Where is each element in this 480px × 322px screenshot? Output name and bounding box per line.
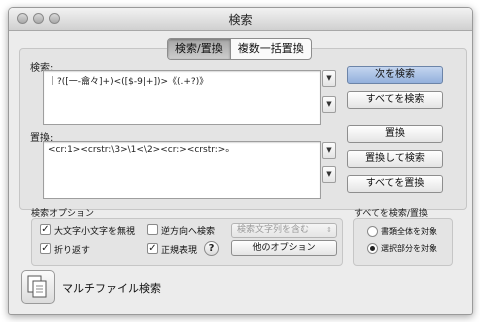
chevron-down-icon: ▼ bbox=[326, 74, 332, 82]
wrap-around-label[interactable]: 折り返す bbox=[54, 243, 90, 256]
search-recent-dropdown[interactable]: ▼ bbox=[322, 96, 336, 113]
ignore-case-label[interactable]: 大文字小文字を無視 bbox=[54, 224, 135, 237]
replace-field[interactable]: <cr:1><crstr:\3>\1<\2><cr:><crstr:>ₒ bbox=[43, 141, 321, 199]
multi-file-search-button[interactable] bbox=[21, 270, 55, 304]
title-bar[interactable]: 検索 bbox=[9, 8, 472, 31]
include-search-string-value: 検索文字列を含む bbox=[237, 225, 310, 235]
search-history-dropdown[interactable]: ▼ bbox=[322, 70, 336, 87]
replace-history-dropdown[interactable]: ▼ bbox=[322, 142, 336, 159]
selection-only-radio[interactable] bbox=[367, 243, 378, 254]
checkmark-icon: ✓ bbox=[41, 224, 50, 235]
whole-document-radio[interactable] bbox=[367, 226, 378, 237]
tab-multi-replace[interactable]: 複数一括置換 bbox=[229, 39, 311, 59]
whole-document-label[interactable]: 書類全体を対象 bbox=[381, 226, 437, 237]
tab-find-replace[interactable]: 検索/置換 bbox=[168, 39, 230, 59]
chevron-down-icon: ▼ bbox=[326, 170, 332, 178]
replace-and-find-button[interactable]: 置換して検索 bbox=[347, 150, 443, 168]
ignore-case-checkbox[interactable]: ✓ bbox=[40, 224, 51, 235]
multi-file-search-label[interactable]: マルチファイル検索 bbox=[62, 280, 161, 296]
replace-button[interactable]: 置換 bbox=[347, 125, 443, 143]
find-window: 検索 検索/置換 複数一括置換 検索: ｜?([一-龠々]+)<([$-9|+]… bbox=[8, 7, 473, 315]
chevron-down-icon: ▼ bbox=[326, 100, 332, 108]
window-title: 検索 bbox=[228, 13, 253, 27]
help-button[interactable]: ? bbox=[204, 241, 219, 256]
replace-all-button[interactable]: すべてを置換 bbox=[347, 175, 443, 193]
chevron-down-icon: ▼ bbox=[326, 146, 332, 154]
regex-checkbox[interactable]: ✓ bbox=[147, 243, 158, 254]
backwards-label[interactable]: 逆方向へ検索 bbox=[161, 224, 215, 237]
checkmark-icon: ✓ bbox=[41, 243, 50, 254]
other-options-button[interactable]: 他のオプション bbox=[231, 240, 337, 256]
popup-arrows-icon: ⇕ bbox=[326, 226, 332, 234]
backwards-checkbox[interactable] bbox=[147, 224, 158, 235]
search-field[interactable]: ｜?([一-龠々]+)<([$-9|+])>《(.+?)》 bbox=[43, 70, 321, 125]
tab-bar: 検索/置換 複数一括置換 bbox=[167, 38, 312, 60]
checkmark-icon: ✓ bbox=[148, 243, 157, 254]
include-search-string-popup[interactable]: 検索文字列を含む ⇕ bbox=[231, 223, 337, 238]
find-next-button[interactable]: 次を検索 bbox=[347, 66, 443, 84]
find-all-button[interactable]: すべてを検索 bbox=[347, 91, 443, 109]
regex-label[interactable]: 正規表現 bbox=[161, 243, 197, 256]
selection-only-label[interactable]: 選択部分を対象 bbox=[381, 243, 437, 254]
replace-recent-dropdown[interactable]: ▼ bbox=[322, 166, 336, 183]
wrap-around-checkbox[interactable]: ✓ bbox=[40, 243, 51, 254]
documents-icon bbox=[27, 275, 47, 298]
